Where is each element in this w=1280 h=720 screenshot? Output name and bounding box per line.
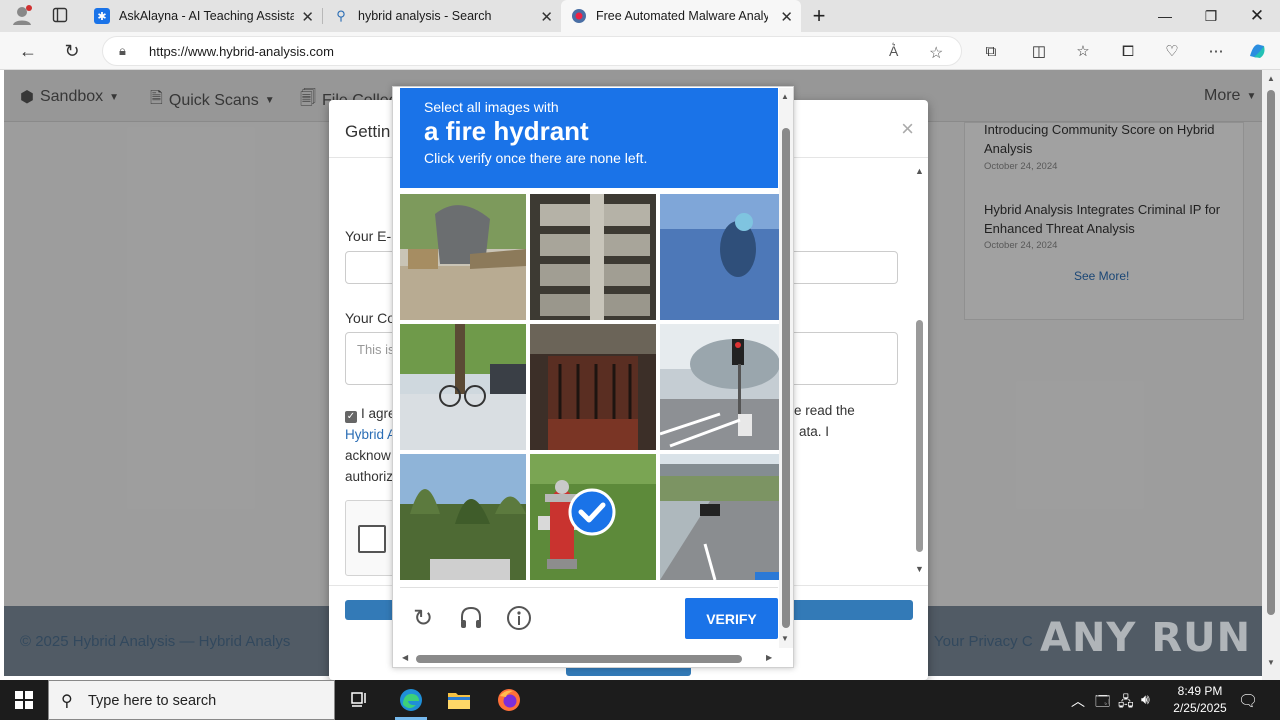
comment-label: Your Co: [345, 310, 396, 326]
search-placeholder: Type here to search: [88, 693, 217, 709]
back-icon[interactable]: ←: [14, 38, 42, 64]
url-text: https://www.hybrid-analysis.com: [149, 44, 334, 59]
agree-checkbox[interactable]: ✓: [345, 411, 357, 423]
tab-search[interactable]: ⚲ hybrid analysis - Search ✕: [323, 0, 561, 32]
close-icon[interactable]: ✕: [301, 8, 314, 26]
refresh-icon[interactable]: ↻: [58, 38, 86, 64]
restore-button[interactable]: ❐: [1188, 0, 1234, 32]
minimize-button[interactable]: —: [1142, 0, 1188, 32]
search-icon: ⚲: [61, 693, 73, 710]
collections-icon[interactable]: ⧠: [1117, 40, 1139, 62]
challenge-header: Select all images with a fire hydrant Cl…: [400, 88, 778, 188]
clock-date: 2/25/2025: [1173, 701, 1227, 715]
profile-icon[interactable]: [8, 2, 36, 28]
terms-link[interactable]: Hybrid A: [345, 427, 396, 442]
hybrid-icon: [571, 8, 587, 24]
close-window-button[interactable]: ✕: [1234, 0, 1280, 32]
refresh-icon[interactable]: ↻: [409, 604, 437, 632]
edge-browser-icon[interactable]: [387, 680, 435, 720]
agree-line: e read the: [794, 403, 855, 418]
close-icon[interactable]: ✕: [780, 8, 793, 26]
scroll-up-icon[interactable]: ▲: [1267, 74, 1275, 83]
page-scrollbar[interactable]: ▲ ▼: [1262, 70, 1280, 680]
extensions-icon[interactable]: ⧉: [980, 40, 1002, 62]
challenge-target: a fire hydrant: [424, 116, 589, 146]
audio-headphones-icon[interactable]: [457, 604, 485, 632]
challenge-tile[interactable]: [400, 454, 526, 580]
windows-start-icon[interactable]: [0, 680, 48, 720]
browser-tab-strip: ✱ AskAlayna - AI Teaching Assistan ✕ ⚲ h…: [0, 0, 1280, 32]
scroll-up-icon[interactable]: ▲: [781, 92, 789, 101]
show-hidden-icons[interactable]: ︿: [1071, 691, 1085, 711]
volume-icon[interactable]: 🔊︎: [1141, 691, 1150, 708]
gear-icon: ✱: [94, 8, 110, 24]
clock-time: 8:49 PM: [1177, 684, 1223, 698]
more-menu-icon[interactable]: ⋯: [1205, 40, 1227, 62]
browser-essentials-icon[interactable]: ♡: [1161, 40, 1183, 62]
challenge-tile[interactable]: [400, 324, 526, 450]
network-icon[interactable]: 🖧︎: [1118, 691, 1134, 715]
scroll-down-icon[interactable]: ▼: [915, 564, 924, 574]
url-field[interactable]: 🔒︎ https://www.hybrid-analysis.com A͛ ☆: [102, 36, 962, 66]
scroll-right-icon[interactable]: ▶: [766, 653, 772, 662]
hcaptcha-challenge: Select all images with a fire hydrant Cl…: [392, 86, 794, 668]
challenge-prompt: Select all images with: [424, 99, 559, 115]
firefox-icon[interactable]: [485, 680, 533, 720]
favorites-icon[interactable]: ☆: [1072, 40, 1094, 62]
modal-scrollbar[interactable]: ▲ ▼: [912, 162, 928, 577]
scroll-up-icon[interactable]: ▲: [915, 166, 924, 176]
challenge-horizontal-scrollbar[interactable]: ◀ ▶: [400, 652, 778, 666]
recaptcha-checkbox[interactable]: [358, 525, 386, 553]
verify-button[interactable]: VERIFY: [685, 598, 778, 639]
scroll-thumb[interactable]: [916, 320, 923, 552]
challenge-tile[interactable]: [660, 194, 786, 320]
divider: [400, 587, 778, 588]
tab-label: Free Automated Malware Analysi: [596, 9, 768, 23]
file-explorer-icon[interactable]: [435, 680, 483, 720]
agree-line: ata. I: [799, 424, 830, 439]
comment-placeholder: This is: [357, 342, 395, 357]
new-tab-button[interactable]: +: [796, 0, 842, 32]
modal-title: Gettin: [345, 122, 391, 141]
tab-actions-icon[interactable]: [46, 2, 74, 28]
tab-askalayna[interactable]: ✱ AskAlayna - AI Teaching Assistan ✕: [84, 0, 322, 32]
windows-taskbar: ⚲ Type here to search ︿ 🗔︎ 🖧︎ 🔊︎ 8:49 PM…: [0, 680, 1280, 720]
task-view-icon[interactable]: [336, 680, 384, 720]
anyrun-watermark: ANY RUN: [1040, 615, 1252, 661]
challenge-tile[interactable]: [660, 324, 786, 450]
challenge-vertical-scrollbar[interactable]: ▲ ▼: [779, 88, 793, 648]
device-icon[interactable]: 🗔︎: [1095, 691, 1110, 715]
challenge-tile[interactable]: [530, 194, 656, 320]
lock-icon[interactable]: 🔒︎: [119, 43, 126, 59]
scroll-down-icon[interactable]: ▼: [781, 634, 789, 643]
split-screen-icon[interactable]: ◫: [1028, 40, 1050, 62]
notifications-icon[interactable]: 🗨︎: [1238, 691, 1258, 711]
info-icon[interactable]: [505, 604, 533, 632]
favorite-star-icon[interactable]: ☆: [929, 43, 943, 63]
close-icon[interactable]: ✕: [540, 8, 553, 26]
challenge-tile[interactable]: [660, 454, 786, 580]
address-bar: ← ↻ 🔒︎ https://www.hybrid-analysis.com A…: [0, 32, 1280, 70]
challenge-tile[interactable]: [400, 194, 526, 320]
tab-hybrid-analysis[interactable]: Free Automated Malware Analysi ✕: [561, 0, 801, 32]
taskbar-search-field[interactable]: ⚲ Type here to search: [48, 680, 335, 720]
challenge-hint: Click verify once there are none left.: [424, 150, 648, 166]
read-aloud-icon[interactable]: A͛: [889, 43, 898, 59]
tab-label: AskAlayna - AI Teaching Assistan: [119, 9, 294, 23]
agree-line: I agre: [361, 406, 396, 421]
close-icon[interactable]: ×: [901, 116, 914, 142]
scroll-down-icon[interactable]: ▼: [1267, 658, 1275, 667]
search-icon: ⚲: [336, 8, 346, 23]
scroll-left-icon[interactable]: ◀: [402, 653, 408, 662]
scroll-thumb[interactable]: [1267, 90, 1275, 615]
challenge-tile-selected[interactable]: [530, 454, 656, 580]
copilot-icon[interactable]: [1246, 40, 1268, 62]
tab-label: hybrid analysis - Search: [358, 9, 492, 23]
taskbar-clock[interactable]: 8:49 PM 2/25/2025: [1160, 683, 1240, 717]
scroll-thumb[interactable]: [416, 655, 742, 663]
challenge-tile[interactable]: [530, 324, 656, 450]
scroll-thumb[interactable]: [782, 128, 790, 628]
